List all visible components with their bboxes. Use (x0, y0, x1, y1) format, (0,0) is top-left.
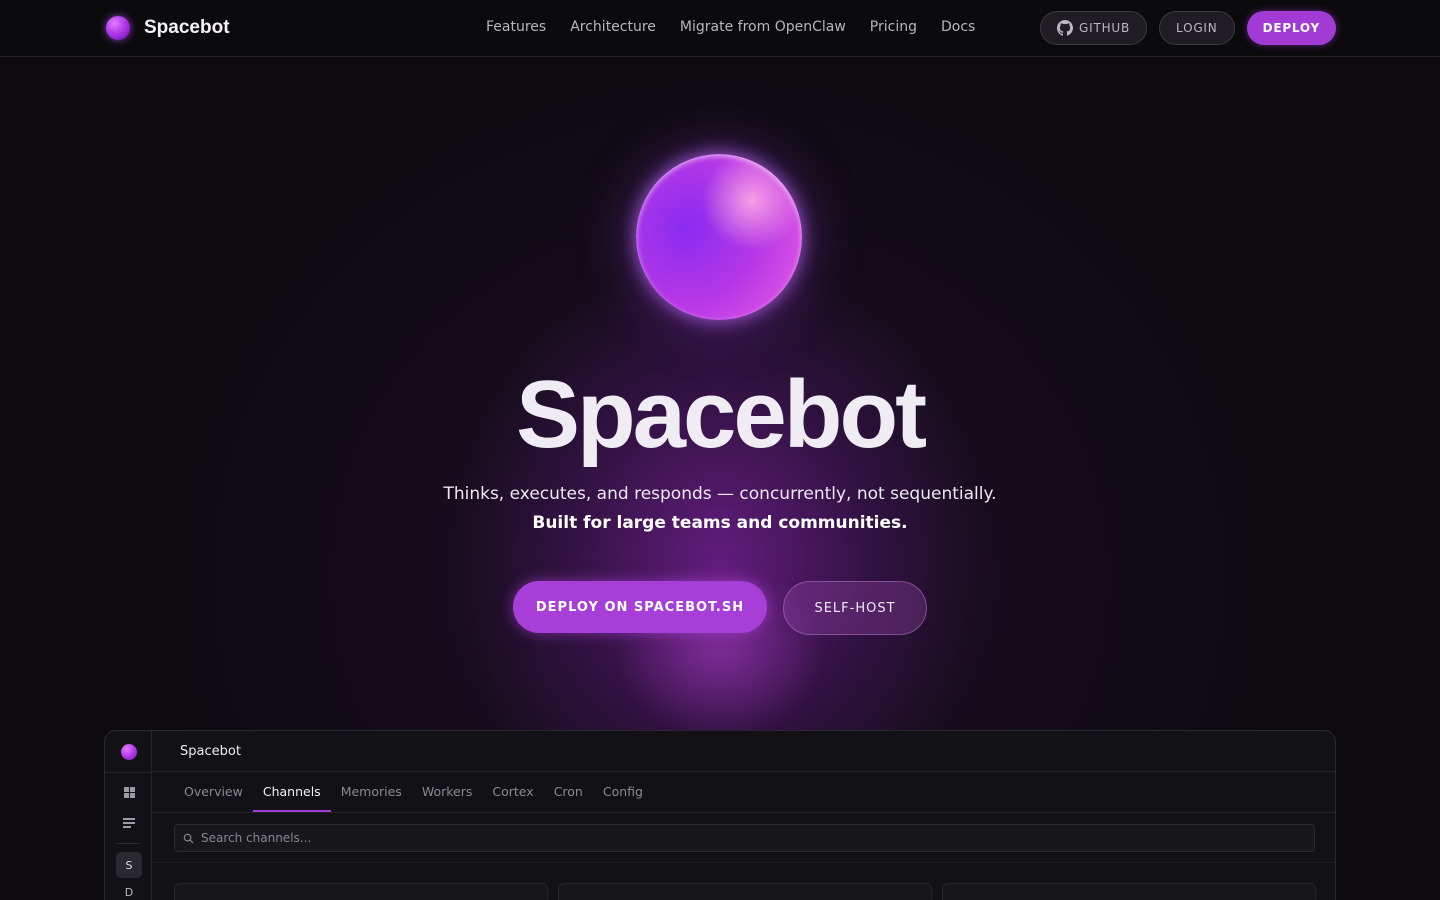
tab-memories[interactable]: Memories (341, 772, 402, 812)
deploy-button[interactable]: DEPLOY (1246, 11, 1336, 45)
hero-subtitle: Thinks, executes, and responds — concurr… (443, 484, 997, 504)
hero-orb-icon (636, 154, 802, 320)
nav-link-docs[interactable]: Docs (941, 19, 975, 35)
channel-card[interactable] (558, 883, 932, 900)
spacebot-orb-icon (106, 16, 130, 40)
list-icon[interactable] (123, 818, 135, 830)
tab-cron[interactable]: Cron (554, 772, 583, 812)
search-input[interactable] (201, 825, 1301, 851)
github-label: GITHUB (1079, 21, 1131, 35)
app-header: Spacebot (152, 731, 1335, 772)
tab-config[interactable]: Config (603, 772, 643, 812)
tab-overview[interactable]: Overview (184, 772, 243, 812)
brand-name: Spacebot (144, 17, 230, 38)
nav-actions: GITHUB LOGIN DEPLOY (1028, 11, 1336, 45)
channel-card[interactable] (174, 883, 548, 900)
tab-channels[interactable]: Channels (252, 772, 331, 812)
rail-separator (117, 843, 140, 844)
hero-title: Spacebot (515, 361, 927, 468)
tab-workers[interactable]: Workers (422, 772, 473, 812)
search-icon (183, 833, 194, 844)
grid-icon[interactable] (124, 787, 135, 798)
app-title: Spacebot (180, 744, 241, 759)
github-button[interactable]: GITHUB (1040, 11, 1148, 45)
app-preview-window: S D Spacebot Overview Channels Memories … (104, 730, 1336, 900)
app-tabs: Overview Channels Memories Workers Corte… (152, 772, 1335, 813)
deploy-on-spacebot-button[interactable]: DEPLOY ON SPACEBOT.SH (513, 581, 767, 633)
channel-card[interactable] (942, 883, 1316, 900)
spacebot-orb-icon[interactable] (121, 744, 137, 760)
nav-link-pricing[interactable]: Pricing (870, 19, 917, 35)
rail-divider (105, 772, 152, 773)
app-sidebar-rail: S D (105, 731, 152, 900)
hero-cta-group: DEPLOY ON SPACEBOT.SH SELF-HOST (513, 581, 927, 635)
login-button[interactable]: LOGIN (1159, 11, 1235, 45)
nav-link-migrate[interactable]: Migrate from OpenClaw (680, 19, 846, 35)
content-divider (152, 862, 1335, 863)
hero-subtitle-bold: Built for large teams and communities. (532, 513, 908, 533)
nav-link-features[interactable]: Features (486, 19, 546, 35)
nav-link-architecture[interactable]: Architecture (570, 19, 656, 35)
rail-item-s[interactable]: S (116, 852, 142, 878)
rail-item-d[interactable]: D (116, 886, 142, 899)
top-nav: Spacebot Features Architecture Migrate f… (0, 0, 1440, 57)
brand-link[interactable]: Spacebot (106, 16, 230, 40)
channel-search-box (174, 824, 1315, 852)
github-icon (1057, 20, 1074, 36)
tab-cortex[interactable]: Cortex (492, 772, 533, 812)
self-host-button[interactable]: SELF-HOST (783, 581, 927, 635)
nav-links: Features Architecture Migrate from OpenC… (486, 19, 999, 35)
